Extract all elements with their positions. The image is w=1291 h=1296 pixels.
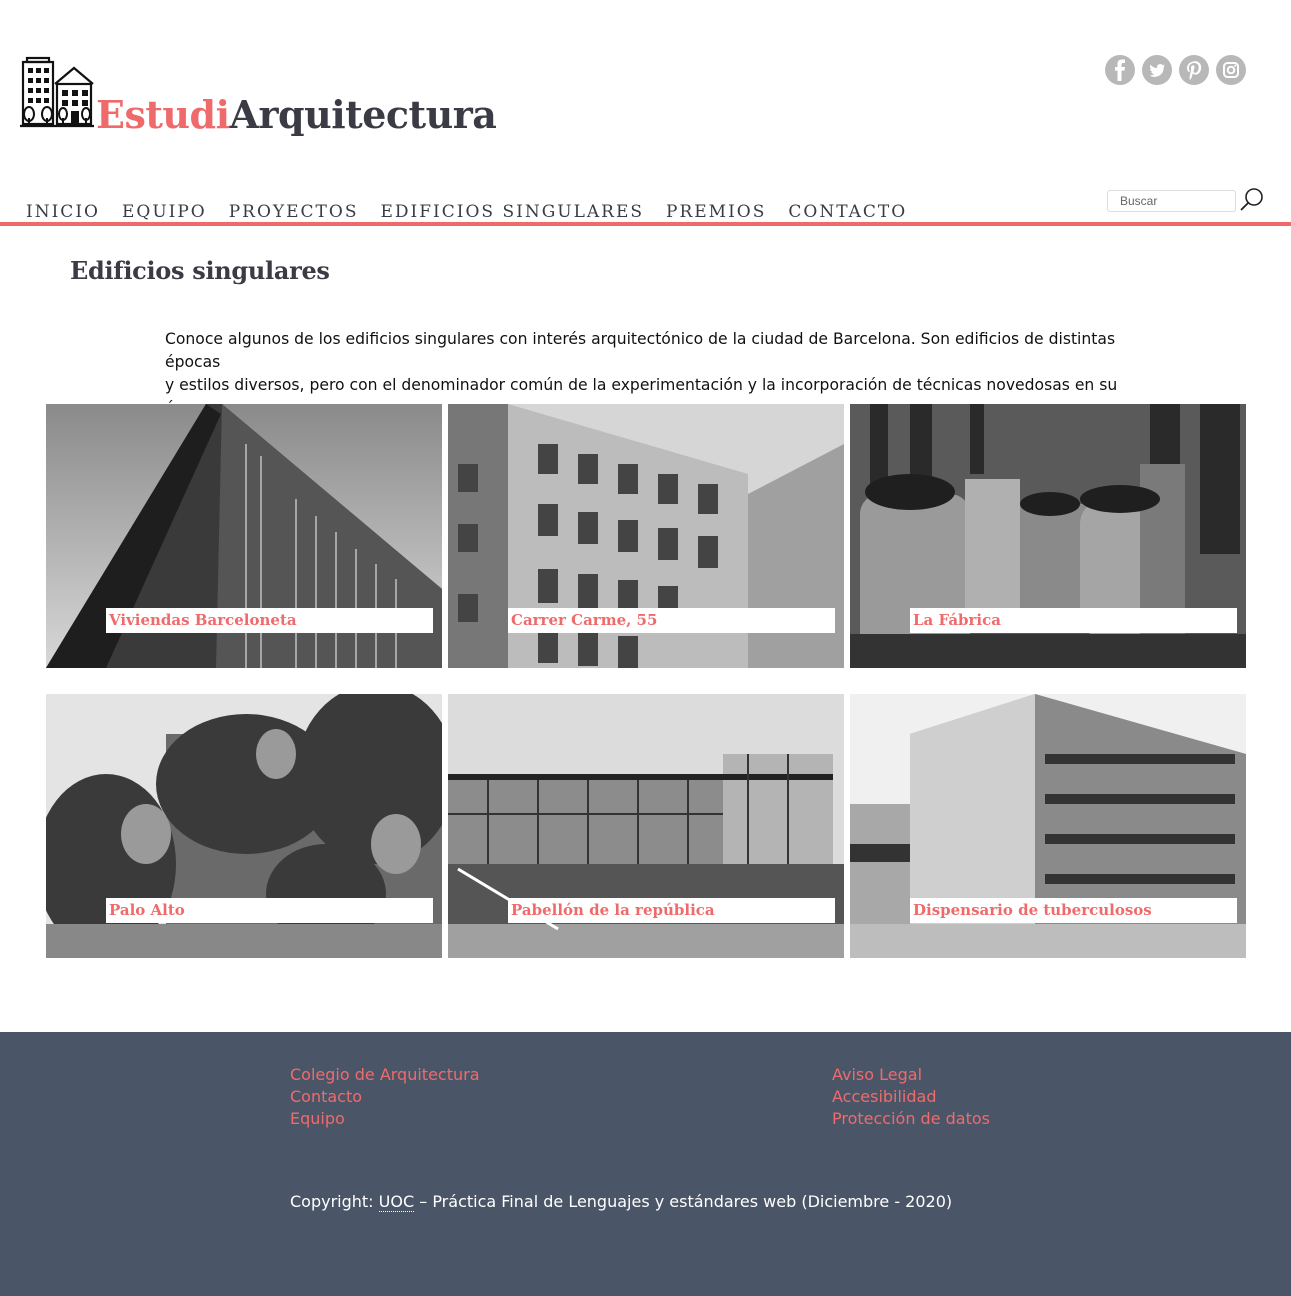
nav-equipo[interactable]: EQUIPO (122, 200, 207, 224)
copyright-suffix: – Práctica Final de Lenguajes y estándar… (414, 1192, 953, 1211)
copyright: Copyright: UOC – Práctica Final de Lengu… (290, 1192, 953, 1212)
brand-part-1: Estudi (96, 92, 230, 137)
footer-link-equipo[interactable]: Equipo (290, 1108, 480, 1130)
copyright-prefix: Copyright: (290, 1192, 379, 1211)
brand-part-2: Arquitectura (229, 92, 497, 137)
brand-wordmark: EstudiArquitectura (96, 96, 497, 134)
search-icon[interactable] (1238, 186, 1266, 214)
building-card-dispensario-de-tuberculosos[interactable]: Dispensario de tuberculosos (850, 694, 1246, 958)
logo[interactable]: EstudiArquitectura (20, 56, 497, 134)
nav-proyectos[interactable]: PROYECTOS (229, 200, 359, 224)
building-card-carrer-carme-55[interactable]: Carrer Carme, 55 (448, 404, 844, 668)
instagram-icon[interactable] (1216, 55, 1246, 85)
footer-link-aviso-legal[interactable]: Aviso Legal (832, 1064, 990, 1086)
building-card-palo-alto[interactable]: Palo Alto (46, 694, 442, 958)
nav-premios[interactable]: PREMIOS (666, 200, 766, 224)
header-divider (0, 222, 1291, 226)
copyright-abbr: UOC (378, 1192, 415, 1212)
social-links (1105, 55, 1246, 85)
nav-contacto[interactable]: CONTACTO (788, 200, 907, 224)
building-card-title: La Fábrica (910, 608, 1237, 633)
building-card-title: Carrer Carme, 55 (508, 608, 835, 633)
building-card-la-fabrica[interactable]: La Fábrica (850, 404, 1246, 668)
site-footer: Colegio de Arquitectura Contacto Equipo … (0, 1032, 1291, 1296)
building-card-viviendas-barceloneta[interactable]: Viviendas Barceloneta (46, 404, 442, 668)
buildings-logo-icon (20, 56, 94, 128)
footer-links-right: Aviso Legal Accesibilidad Protección de … (832, 1064, 990, 1130)
building-card-title: Dispensario de tuberculosos (910, 898, 1237, 923)
footer-link-accesibilidad[interactable]: Accesibilidad (832, 1086, 990, 1108)
main-nav: INICIO EQUIPO PROYECTOS EDIFICIOS SINGUL… (26, 200, 929, 224)
page-title: Edificios singulares (70, 256, 330, 285)
search-input[interactable] (1107, 190, 1236, 212)
building-card-title: Palo Alto (106, 898, 433, 923)
nav-inicio[interactable]: INICIO (26, 200, 100, 224)
site-header: EstudiArquitectura INICIO EQUIPO PROYECT… (0, 0, 1291, 226)
pinterest-icon[interactable] (1179, 55, 1209, 85)
building-card-title: Pabellón de la república (508, 898, 835, 923)
footer-link-proteccion-datos[interactable]: Protección de datos (832, 1108, 990, 1130)
building-card-pabellon-de-la-republica[interactable]: Pabellón de la república (448, 694, 844, 958)
intro-line-1: Conoce algunos de los edificios singular… (165, 330, 1116, 371)
nav-edificios-singulares[interactable]: EDIFICIOS SINGULARES (380, 200, 644, 224)
building-card-title: Viviendas Barceloneta (106, 608, 433, 633)
facebook-icon[interactable] (1105, 55, 1135, 85)
footer-link-contacto[interactable]: Contacto (290, 1086, 480, 1108)
twitter-icon[interactable] (1142, 55, 1172, 85)
footer-links-left: Colegio de Arquitectura Contacto Equipo (290, 1064, 480, 1130)
footer-link-colegio[interactable]: Colegio de Arquitectura (290, 1064, 480, 1086)
